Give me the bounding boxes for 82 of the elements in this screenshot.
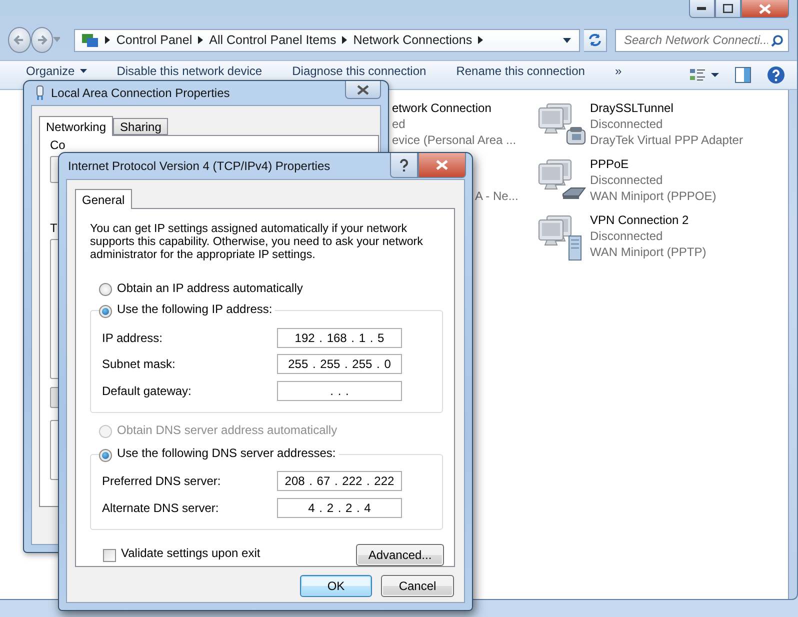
field-label: Preferred DNS server: [102, 474, 222, 488]
tab[interactable]: General [75, 189, 132, 209]
toolbar-item[interactable]: Rename this connection [456, 64, 585, 86]
dialog-title: Internet Protocol Version 4 (TCP/IPv4) Properties [68, 159, 330, 173]
connection-status: ed [392, 116, 406, 132]
connection-status: Disconnected [590, 116, 664, 132]
address-bar[interactable]: Control Panel All Control Panel Items Network Connections [74, 28, 580, 52]
connection-device: A - Ne... [475, 188, 520, 204]
help-button[interactable] [390, 153, 418, 178]
caret-icon [80, 69, 87, 73]
toolbar-item[interactable]: Disable this network device [116, 64, 262, 86]
connection-status: Disconnected [590, 228, 664, 244]
toolbar-item[interactable]: » [614, 64, 622, 86]
chevron-icon[interactable] [198, 36, 204, 44]
toolbar-item[interactable]: Organize [26, 64, 87, 86]
back-button[interactable] [8, 27, 31, 53]
advanced-button[interactable]: Advanced... [356, 544, 444, 566]
search-icon [770, 34, 783, 46]
connection-name: etwork Connection [392, 100, 492, 116]
ip-address-field[interactable]: 255 . 255 . 255 . 0 [277, 354, 402, 374]
chevron-icon[interactable] [342, 36, 348, 44]
breadcrumb[interactable]: All Control Panel Items [209, 33, 336, 47]
option-label: Use the following IP address: [117, 302, 272, 316]
refresh-icon [587, 33, 604, 47]
connection-name: VPN Connection 2 [590, 212, 690, 228]
field-label: Alternate DNS server: [102, 500, 220, 515]
close-button[interactable] [418, 153, 466, 178]
network-adapter-icon [35, 85, 45, 101]
radio-button[interactable] [99, 304, 112, 318]
tab[interactable]: Sharing [113, 118, 168, 135]
option-label: Obtain DNS server address automatically [117, 422, 338, 437]
breadcrumb[interactable]: Network Connections [353, 33, 472, 47]
refresh-button[interactable] [584, 28, 607, 52]
radio-button[interactable] [99, 448, 112, 462]
close-button[interactable] [345, 81, 381, 99]
checkbox[interactable] [103, 548, 116, 562]
dropdown-icon[interactable] [563, 38, 572, 42]
field-label: Co [50, 138, 66, 152]
ip-address-field[interactable]: 4 . 2 . 2 . 4 [277, 498, 402, 518]
chevron-icon[interactable] [105, 36, 110, 44]
field-label: Subnet mask: [102, 357, 176, 371]
connection-device: WAN Miniport (PPTP) [590, 244, 706, 260]
connection-name: DraySSLTunnel [590, 100, 674, 116]
option-label: Obtain an IP address automatically [117, 281, 303, 295]
dialog-button[interactable]: Cancel [381, 575, 454, 597]
preview-pane-icon[interactable] [735, 67, 751, 83]
dialog-title: Local Area Connection Properties [51, 86, 230, 100]
connection-name: PPPoE [590, 156, 630, 172]
minimize-icon [697, 6, 707, 10]
maximize-button[interactable] [715, 0, 741, 18]
maximize-icon [723, 4, 733, 13]
ip-address-field[interactable]: . . . [277, 380, 402, 400]
intro-text: You can get IP settings assigned automatically if your network supports this capability. Otherwise, you need to ask your network administrator for the appropriate IP settings. [90, 222, 424, 261]
radio-button[interactable] [99, 283, 112, 296]
chevron-icon[interactable] [478, 36, 484, 44]
breadcrumb[interactable]: Control Panel [116, 33, 192, 47]
ip-address-field[interactable]: 208 . 67 . 222 . 222 [277, 471, 402, 492]
connection-device: DrayTek Virtual PPP Adapter [590, 132, 743, 148]
toolbar-item[interactable]: Diagnose this connection [292, 64, 426, 86]
connection-device: WAN Miniport (PPPOE) [590, 188, 716, 204]
checkbox-label: Validate settings upon exit [121, 546, 260, 560]
connection-device: evice (Personal Area ... [392, 132, 518, 148]
close-icon [436, 160, 448, 170]
view-options-icon[interactable] [689, 67, 719, 83]
forward-arrow-icon [36, 34, 48, 46]
tab[interactable]: Networking [39, 116, 114, 136]
help-icon[interactable] [767, 66, 785, 84]
back-arrow-icon [13, 34, 26, 46]
field-label: T [50, 221, 58, 235]
help-icon [399, 158, 409, 172]
dialog-button[interactable]: OK [300, 575, 372, 597]
close-icon [759, 4, 771, 14]
forward-button[interactable] [30, 27, 54, 53]
ip-address-field[interactable]: 192 . 168 . 1 . 5 [277, 328, 402, 348]
close-button[interactable] [741, 0, 789, 18]
close-icon [357, 84, 369, 94]
connection-status: Disconnected [590, 172, 664, 188]
minimize-button[interactable] [689, 0, 715, 18]
field-label: IP address: [102, 330, 164, 344]
network-folder-icon [81, 32, 100, 48]
field-label: Default gateway: [102, 384, 192, 398]
option-label: Use the following DNS server addresses: [117, 446, 336, 460]
